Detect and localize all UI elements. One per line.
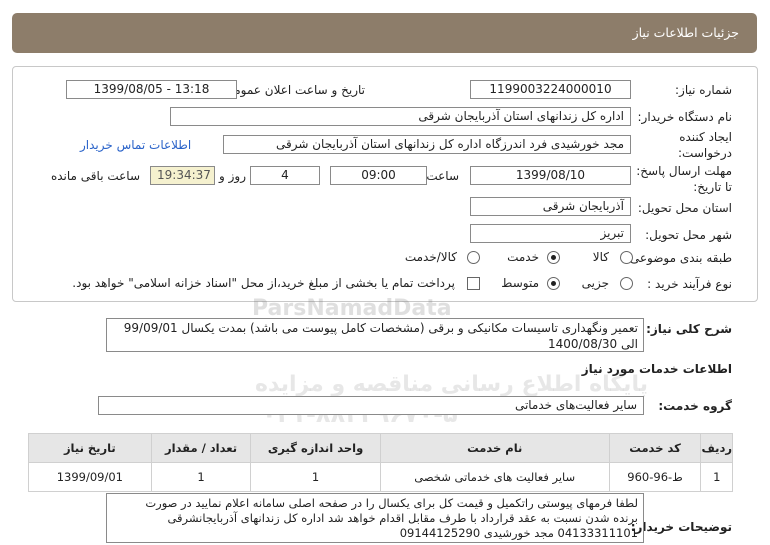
col-need-date: تاریخ نیاز (28, 433, 152, 463)
col-quantity: تعداد / مقدار (150, 433, 252, 463)
col-service-name: نام خدمت (379, 433, 610, 463)
category-option-service: خدمت (507, 250, 539, 264)
category-radio-goods[interactable] (620, 251, 633, 264)
buyer-field: اداره کل زندانهای استان آذربایجان شرقی (170, 107, 631, 126)
category-radio-goods-service[interactable] (467, 251, 480, 264)
treasury-payment-note: پرداخت تمام یا بخشی از مبلغ خرید،از محل … (72, 276, 455, 290)
deadline-time-label: ساعت (426, 169, 459, 183)
description-line-2: الی 1400/08/30 (548, 337, 638, 351)
page-title: جزئیات اطلاعات نیاز (632, 25, 739, 40)
province-field: آذربایجان شرقی (470, 197, 631, 216)
process-radio-minor[interactable] (620, 277, 633, 290)
services-table: ردیف کد خدمت نام خدمت واحد اندازه گیری ت… (28, 433, 733, 492)
category-label: طبقه بندی موضوعی: (625, 251, 732, 265)
need-number-field: 1199003224000010 (470, 80, 631, 99)
province-label: استان محل تحویل: (637, 201, 732, 215)
deadline-label-1: مهلت ارسال پاسخ: (636, 164, 732, 178)
service-group-label: گروه خدمت: (658, 399, 732, 413)
table-row: 1 ط-96-960 سایر فعالیت های خدماتی شخصی 1… (28, 462, 733, 492)
cell-service-name: سایر فعالیت های خدماتی شخصی (379, 462, 610, 492)
process-radio-medium[interactable] (547, 277, 560, 290)
creator-field: مجد خورشیدی فرد اندرزگاه اداره کل زندانه… (223, 135, 631, 154)
table-header-row: ردیف کد خدمت نام خدمت واحد اندازه گیری ت… (28, 433, 733, 463)
buyer-label: نام دستگاه خریدار: (637, 110, 733, 124)
creator-label-2: درخواست: (678, 146, 732, 160)
announce-date-label: تاریخ و ساعت اعلان عمومی: (220, 83, 365, 97)
description-line-1: تعمیر ونگهداری تاسیسات مکانیکی و برقی (م… (123, 321, 638, 335)
category-option-goods-service: کالا/خدمت (404, 250, 457, 264)
deadline-time-field: 09:00 (330, 166, 427, 185)
page-header: جزئیات اطلاعات نیاز (12, 13, 757, 53)
cell-quantity: 1 (150, 462, 252, 492)
time-remaining-label: ساعت باقی مانده (50, 169, 140, 183)
time-remaining-field: 19:34:37 (150, 166, 215, 185)
cell-row-number: 1 (700, 462, 733, 492)
days-remaining-field: 4 (250, 166, 320, 185)
city-label: شهر محل تحویل: (645, 228, 732, 242)
description-label: شرح کلی نیاز: (646, 322, 732, 336)
col-service-code: کد خدمت (608, 433, 702, 463)
deadline-label-2: تا تاریخ: (693, 180, 732, 194)
announce-date-field: 1399/08/05 - 13:18 (66, 80, 237, 99)
category-radio-service[interactable] (547, 251, 560, 264)
col-unit: واحد اندازه گیری (250, 433, 381, 463)
buyer-contact-link[interactable]: اطلاعات تماس خریدار (80, 138, 191, 152)
notes-line-2: برنده شدن نسبت به عقد قرارداد با طرف مقا… (167, 511, 638, 525)
process-label: نوع فرآیند خرید : (647, 277, 732, 291)
process-option-medium: متوسط (501, 276, 539, 290)
cell-unit: 1 (250, 462, 381, 492)
process-option-minor: جزیی (581, 276, 609, 290)
days-label: روز و (219, 169, 246, 183)
category-option-goods: کالا (592, 250, 609, 264)
city-field: تبریز (470, 224, 631, 243)
cell-need-date: 1399/09/01 (28, 462, 152, 492)
creator-label-1: ایجاد کننده (679, 130, 732, 144)
notes-field: لطفا فرمهای پیوستی راتکمیل و قیمت کل برا… (106, 493, 644, 543)
notes-line-3: 04133311101 مجد خورشیدی 09144125290 (399, 526, 638, 540)
services-section-title: اطلاعات خدمات مورد نیاز (581, 362, 732, 376)
description-field: تعمیر ونگهداری تاسیسات مکانیکی و برقی (م… (106, 318, 644, 352)
service-group-field: سایر فعالیت‌های خدماتی (98, 396, 644, 415)
cell-service-code: ط-96-960 (608, 462, 702, 492)
deadline-date-field: 1399/08/10 (470, 166, 631, 185)
need-number-label: شماره نیاز: (675, 83, 732, 97)
col-row-number: ردیف (700, 433, 733, 463)
notes-label: توضیحات خریدار: (630, 520, 732, 534)
treasury-payment-checkbox[interactable] (467, 277, 480, 290)
notes-line-1: لطفا فرمهای پیوستی راتکمیل و قیمت کل برا… (145, 496, 638, 510)
